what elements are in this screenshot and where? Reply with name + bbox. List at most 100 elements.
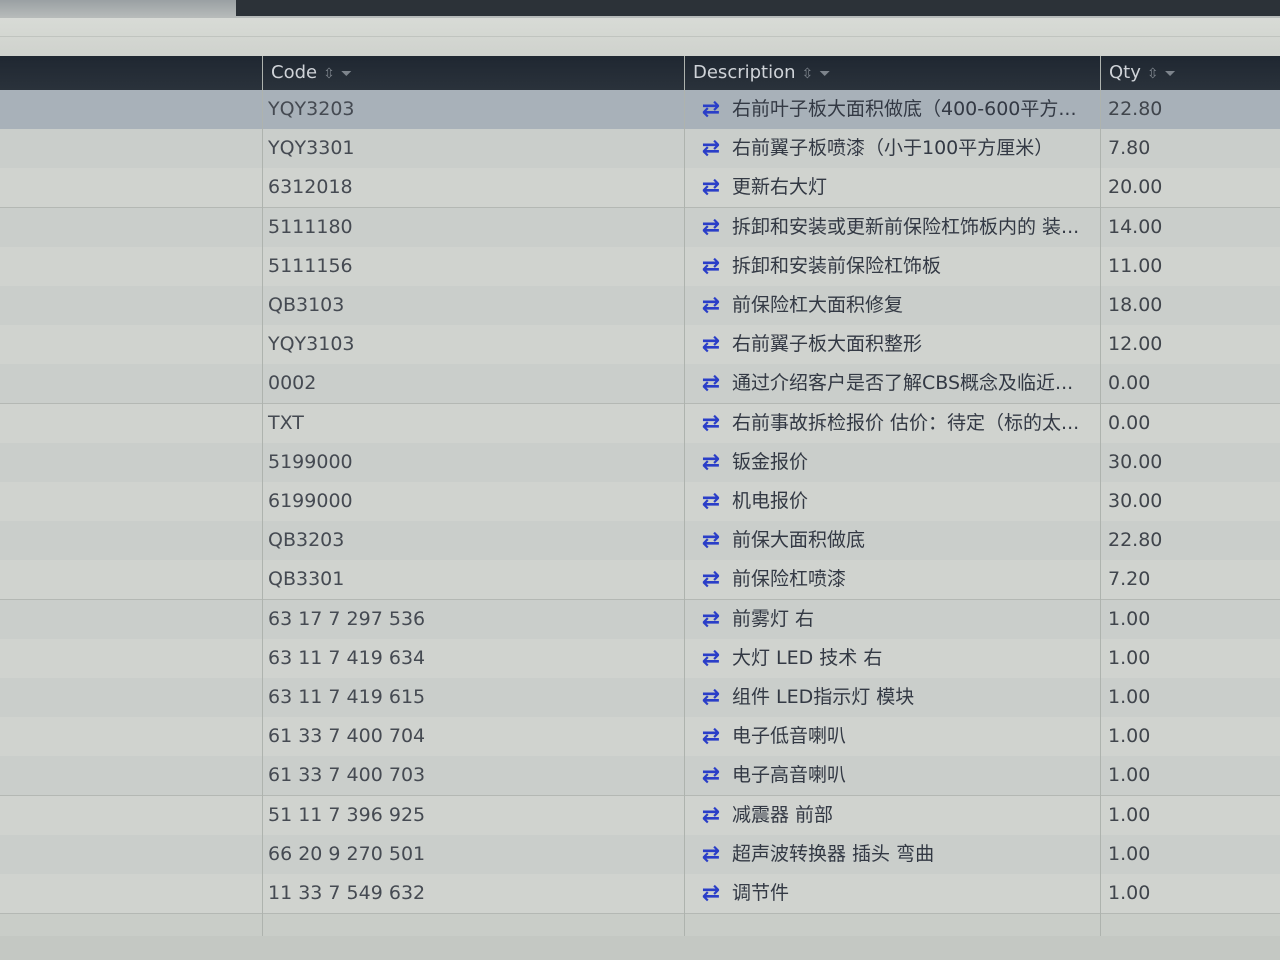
swap-arrows-icon[interactable]: ⇄ <box>696 521 726 560</box>
column-divider[interactable] <box>1100 56 1101 936</box>
cell-qty: 1.00 <box>1108 725 1151 748</box>
cell-description: ⇄ 右前事故拆检报价 估价：待定（标的太... <box>692 404 1098 443</box>
description-text: 调节件 <box>732 882 790 904</box>
description-text: 减震器 前部 <box>732 803 834 826</box>
swap-arrows-icon[interactable]: ⇄ <box>696 168 726 207</box>
table-row[interactable]: 63 11 7 419 634 ⇄ 大灯 LED 技术 右 1.00 <box>0 638 1280 679</box>
swap-arrows-icon[interactable]: ⇄ <box>696 325 726 364</box>
column-divider[interactable] <box>684 56 685 936</box>
bottom-strip <box>0 936 1280 960</box>
description-text: 电子高音喇叭 <box>732 764 847 787</box>
table-row[interactable]: 5111156 ⇄ 拆卸和安装前保险杠饰板 11.00 <box>0 246 1280 287</box>
cell-code: 63 11 7 419 634 <box>268 646 426 669</box>
cell-code: YQY3103 <box>268 333 355 356</box>
swap-arrows-icon[interactable]: ⇄ <box>696 560 726 599</box>
cell-code: 6199000 <box>268 490 353 512</box>
cell-code: QB3203 <box>268 529 345 552</box>
table-row[interactable]: 6312018 ⇄ 更新右大灯 20.00 <box>0 168 1280 209</box>
table-row[interactable]: 11 33 7 549 632 ⇄ 调节件 1.00 <box>0 874 1280 914</box>
swap-arrows-icon[interactable]: ⇄ <box>696 364 726 403</box>
cell-code: 66 20 9 270 501 <box>268 842 426 865</box>
swap-arrows-icon[interactable]: ⇄ <box>696 247 726 286</box>
swap-arrows-icon[interactable]: ⇄ <box>696 756 726 795</box>
table-row[interactable]: 5199000 ⇄ 钣金报价 30.00 <box>0 442 1280 483</box>
table-row[interactable]: 66 20 9 270 501 ⇄ 超声波转换器 插头 弯曲 1.00 <box>0 834 1280 875</box>
swap-arrows-icon[interactable]: ⇄ <box>696 482 726 521</box>
column-divider[interactable] <box>262 56 263 936</box>
table-row[interactable]: YQY3301 ⇄ 右前翼子板喷漆（小于100平方厘米） 7.80 <box>0 129 1280 170</box>
swap-arrows-icon[interactable]: ⇄ <box>696 404 726 443</box>
swap-arrows-icon[interactable]: ⇄ <box>696 129 726 168</box>
cell-qty: 1.00 <box>1108 803 1151 826</box>
description-text: 超声波转换器 插头 弯曲 <box>732 842 935 865</box>
column-header-description[interactable]: Description ⇳ ⏷ <box>684 56 1100 90</box>
description-text: 右前翼子板大面积整形 <box>732 333 923 356</box>
column-header-code-label: Code <box>271 62 318 83</box>
sort-icon[interactable]: ⇳ <box>802 66 814 82</box>
table-row[interactable]: 63 17 7 297 536 ⇄ 前雾灯 右 1.00 <box>0 599 1280 640</box>
swap-arrows-icon[interactable]: ⇄ <box>696 639 726 678</box>
table-row[interactable]: QB3203 ⇄ 前保大面积做底 22.80 <box>0 521 1280 562</box>
swap-arrows-icon[interactable]: ⇄ <box>696 208 726 247</box>
sort-icon[interactable]: ⇳ <box>1147 66 1159 82</box>
cell-qty: 12.00 <box>1108 333 1163 356</box>
table-row[interactable]: QB3103 ⇄ 前保险杠大面积修复 18.00 <box>0 286 1280 326</box>
cell-description: ⇄ 右前翼子板喷漆（小于100平方厘米） <box>692 129 1098 168</box>
sort-icon[interactable]: ⇳ <box>323 66 335 82</box>
cell-code: 63 11 7 419 615 <box>268 686 426 708</box>
swap-arrows-icon[interactable]: ⇄ <box>696 600 726 639</box>
filter-icon[interactable]: ⏷ <box>341 66 352 82</box>
description-text: 右前翼子板喷漆（小于100平方厘米） <box>732 137 1054 160</box>
cell-qty: 0.00 <box>1108 372 1151 395</box>
swap-arrows-icon[interactable]: ⇄ <box>696 874 726 913</box>
cell-description: ⇄ 大灯 LED 技术 右 <box>692 639 1098 678</box>
swap-arrows-icon[interactable]: ⇄ <box>696 717 726 756</box>
cell-description: ⇄ 更新右大灯 <box>692 168 1098 207</box>
cell-description: ⇄ 减震器 前部 <box>692 796 1098 835</box>
cell-code: 6312018 <box>268 176 353 199</box>
cell-code: TXT <box>268 411 304 434</box>
swap-arrows-icon[interactable]: ⇄ <box>696 90 726 129</box>
cell-code: 61 33 7 400 703 <box>268 764 426 787</box>
table-row[interactable]: 61 33 7 400 704 ⇄ 电子低音喇叭 1.00 <box>0 717 1280 758</box>
filter-icon[interactable]: ⏷ <box>819 66 830 82</box>
cell-code: QB3301 <box>268 568 345 591</box>
column-header-code[interactable]: Code ⇳ ⏷ <box>262 56 684 90</box>
table-row[interactable]: TXT ⇄ 右前事故拆检报价 估价：待定（标的太... 0.00 <box>0 403 1280 444</box>
swap-arrows-icon[interactable]: ⇄ <box>696 678 726 717</box>
filter-icon[interactable]: ⏷ <box>1165 66 1176 82</box>
swap-arrows-icon[interactable]: ⇄ <box>696 443 726 482</box>
cell-code: 63 17 7 297 536 <box>268 607 426 630</box>
cell-qty: 7.80 <box>1108 137 1151 160</box>
cell-code: QB3103 <box>268 294 345 316</box>
description-text: 右前事故拆检报价 估价：待定（标的太... <box>732 411 1080 434</box>
cell-code: YQY3301 <box>268 137 355 160</box>
table-row[interactable]: YQY3103 ⇄ 右前翼子板大面积整形 12.00 <box>0 325 1280 366</box>
cell-qty: 22.80 <box>1108 529 1163 552</box>
table-row[interactable]: 63 11 7 419 615 ⇄ 组件 LED指示灯 模块 1.00 <box>0 678 1280 718</box>
table-row[interactable]: 6199000 ⇄ 机电报价 30.00 <box>0 482 1280 522</box>
cell-qty: 30.00 <box>1108 450 1163 473</box>
cell-description: ⇄ 机电报价 <box>692 482 1098 521</box>
cell-description: ⇄ 超声波转换器 插头 弯曲 <box>692 835 1098 874</box>
table-row[interactable]: YQY3203 ⇄ 右前叶子板大面积做底（400-600平方... 22.80 <box>0 90 1280 130</box>
swap-arrows-icon[interactable]: ⇄ <box>696 796 726 835</box>
cell-description: ⇄ 前雾灯 右 <box>692 600 1098 639</box>
table-row[interactable]: 5111180 ⇄ 拆卸和安装或更新前保险杠饰板内的 装... 14.00 <box>0 207 1280 248</box>
column-header-qty[interactable]: Qty ⇳ ⏷ <box>1100 56 1280 90</box>
swap-arrows-icon[interactable]: ⇄ <box>696 286 726 325</box>
cell-description: ⇄ 钣金报价 <box>692 443 1098 482</box>
cell-qty: 1.00 <box>1108 686 1151 708</box>
cell-qty: 0.00 <box>1108 411 1151 434</box>
description-text: 更新右大灯 <box>732 176 828 199</box>
swap-arrows-icon[interactable]: ⇄ <box>696 835 726 874</box>
table-row[interactable]: 0002 ⇄ 通过介绍客户是否了解CBS概念及临近... 0.00 <box>0 364 1280 405</box>
toolbar-strip <box>0 18 1280 56</box>
table-row[interactable]: 61 33 7 400 703 ⇄ 电子高音喇叭 1.00 <box>0 756 1280 797</box>
table-row[interactable]: 51 11 7 396 925 ⇄ 减震器 前部 1.00 <box>0 795 1280 836</box>
description-text: 钣金报价 <box>732 450 809 473</box>
cell-qty: 11.00 <box>1108 254 1163 277</box>
cell-qty: 1.00 <box>1108 607 1151 630</box>
table-row[interactable]: QB3301 ⇄ 前保险杠喷漆 7.20 <box>0 560 1280 601</box>
cell-code: 5111156 <box>268 254 353 277</box>
